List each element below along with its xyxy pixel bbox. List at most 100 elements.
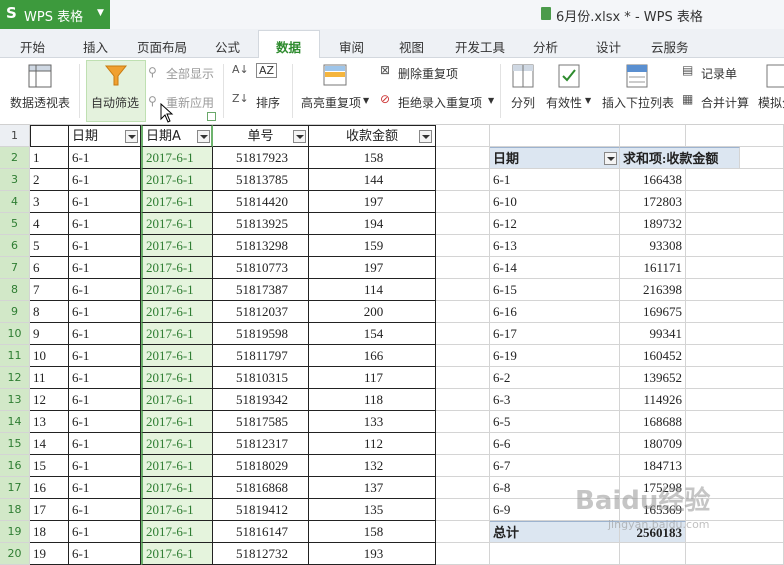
table-cell-a[interactable]: 4: [30, 213, 69, 235]
table-cell-b[interactable]: 6-1: [69, 147, 141, 169]
empty-cell[interactable]: [686, 411, 784, 433]
row-header[interactable]: 20: [0, 543, 30, 565]
pivot-row-label[interactable]: 6-12: [490, 213, 620, 235]
pivot-row-value[interactable]: 216398: [620, 279, 686, 301]
pivot-row-label[interactable]: 6-2: [490, 367, 620, 389]
table-cell-b[interactable]: 6-1: [69, 499, 141, 521]
pivot-row-label[interactable]: 6-13: [490, 235, 620, 257]
row-header[interactable]: 8: [0, 279, 30, 301]
table-cell-e[interactable]: 154: [309, 323, 436, 345]
filter-dropdown-button[interactable]: [293, 130, 306, 143]
row-header[interactable]: 18: [0, 499, 30, 521]
empty-cell[interactable]: [490, 543, 620, 565]
table-cell-e[interactable]: 200: [309, 301, 436, 323]
row-header[interactable]: 11: [0, 345, 30, 367]
table-cell-b[interactable]: 6-1: [69, 323, 141, 345]
table-cell-c[interactable]: 2017-6-1: [141, 477, 213, 499]
pivot-row-label[interactable]: 6-6: [490, 433, 620, 455]
table-cell-a[interactable]: 5: [30, 235, 69, 257]
empty-cell[interactable]: [686, 455, 784, 477]
sort-ascending-icon[interactable]: A↓: [232, 63, 249, 76]
filter-dropdown-button[interactable]: [125, 130, 138, 143]
table-cell-e[interactable]: 197: [309, 191, 436, 213]
table-cell-c[interactable]: 2017-6-1: [141, 345, 213, 367]
pivot-row-label[interactable]: 6-17: [490, 323, 620, 345]
sort-button[interactable]: 排序: [256, 94, 280, 111]
table-cell-e[interactable]: 112: [309, 433, 436, 455]
merge-calc-button[interactable]: 合并计算: [701, 94, 749, 111]
row-header-1[interactable]: 1: [0, 125, 30, 147]
table-cell-a[interactable]: 14: [30, 433, 69, 455]
table-cell-a[interactable]: 11: [30, 367, 69, 389]
pivot-row-label[interactable]: 6-7: [490, 455, 620, 477]
table-cell-d[interactable]: 51814420: [213, 191, 309, 213]
table-cell-d[interactable]: 51813785: [213, 169, 309, 191]
row-header[interactable]: 9: [0, 301, 30, 323]
row-header[interactable]: 12: [0, 367, 30, 389]
row-header[interactable]: 16: [0, 455, 30, 477]
row-header[interactable]: 19: [0, 521, 30, 543]
empty-cell[interactable]: [686, 279, 784, 301]
pivot-row-label[interactable]: 6-16: [490, 301, 620, 323]
empty-cell[interactable]: [436, 477, 490, 499]
table-cell-b[interactable]: 6-1: [69, 477, 141, 499]
empty-cell[interactable]: [436, 389, 490, 411]
row-header[interactable]: 14: [0, 411, 30, 433]
pivot-row-value[interactable]: 166438: [620, 169, 686, 191]
table-cell-d[interactable]: 51812317: [213, 433, 309, 455]
pivot-row-value[interactable]: 184713: [620, 455, 686, 477]
table-cell-b[interactable]: 6-1: [69, 521, 141, 543]
empty-cell[interactable]: [436, 213, 490, 235]
table-cell-b[interactable]: 6-1: [69, 543, 141, 565]
pivot-row-label[interactable]: 6-1: [490, 169, 620, 191]
chevron-down-icon-3[interactable]: ▼: [585, 96, 591, 105]
table-cell-e[interactable]: 159: [309, 235, 436, 257]
table-cell-c[interactable]: 2017-6-1: [141, 169, 213, 191]
table-cell-d[interactable]: 51818029: [213, 455, 309, 477]
empty-cell[interactable]: [686, 433, 784, 455]
table-cell-a[interactable]: 12: [30, 389, 69, 411]
empty-cell[interactable]: [436, 367, 490, 389]
empty-cell[interactable]: [686, 367, 784, 389]
table-cell-d[interactable]: 51812732: [213, 543, 309, 565]
table-cell-b[interactable]: 6-1: [69, 257, 141, 279]
empty-cell[interactable]: [436, 411, 490, 433]
table-cell-b[interactable]: 6-1: [69, 191, 141, 213]
tab-insert[interactable]: 插入: [83, 37, 108, 56]
tab-review[interactable]: 审阅: [339, 37, 364, 56]
table-cell-e[interactable]: 158: [309, 147, 436, 169]
table-cell-a[interactable]: 3: [30, 191, 69, 213]
row-header[interactable]: 10: [0, 323, 30, 345]
table-cell-a[interactable]: 2: [30, 169, 69, 191]
table-cell-e[interactable]: 158: [309, 521, 436, 543]
table-cell-a[interactable]: 18: [30, 521, 69, 543]
empty-cell[interactable]: [686, 543, 784, 565]
table-cell-d[interactable]: 51817585: [213, 411, 309, 433]
empty-cell[interactable]: [686, 345, 784, 367]
pivot-row-label[interactable]: 6-3: [490, 389, 620, 411]
table-cell-b[interactable]: 6-1: [69, 235, 141, 257]
empty-cell[interactable]: [436, 125, 490, 147]
empty-cell[interactable]: [686, 235, 784, 257]
table-cell-d[interactable]: 51810773: [213, 257, 309, 279]
pivot-row-value[interactable]: 160452: [620, 345, 686, 367]
row-header[interactable]: 2: [0, 147, 30, 169]
table-cell-a[interactable]: 9: [30, 323, 69, 345]
pivot-row-label[interactable]: 6-19: [490, 345, 620, 367]
row-header[interactable]: 4: [0, 191, 30, 213]
table-cell-e[interactable]: 144: [309, 169, 436, 191]
row-header[interactable]: 5: [0, 213, 30, 235]
table-cell-e[interactable]: 114: [309, 279, 436, 301]
table-cell-a[interactable]: 15: [30, 455, 69, 477]
table-cell-d[interactable]: 51817387: [213, 279, 309, 301]
empty-cell[interactable]: [686, 257, 784, 279]
table-cell-e[interactable]: 194: [309, 213, 436, 235]
pivot-row-value[interactable]: 189732: [620, 213, 686, 235]
pivot-row-label[interactable]: 6-10: [490, 191, 620, 213]
table-cell-b[interactable]: 6-1: [69, 345, 141, 367]
empty-cell[interactable]: [686, 125, 784, 147]
table-cell-e[interactable]: 137: [309, 477, 436, 499]
table-cell-d[interactable]: 51819598: [213, 323, 309, 345]
empty-cell[interactable]: [436, 521, 490, 543]
row-header[interactable]: 7: [0, 257, 30, 279]
